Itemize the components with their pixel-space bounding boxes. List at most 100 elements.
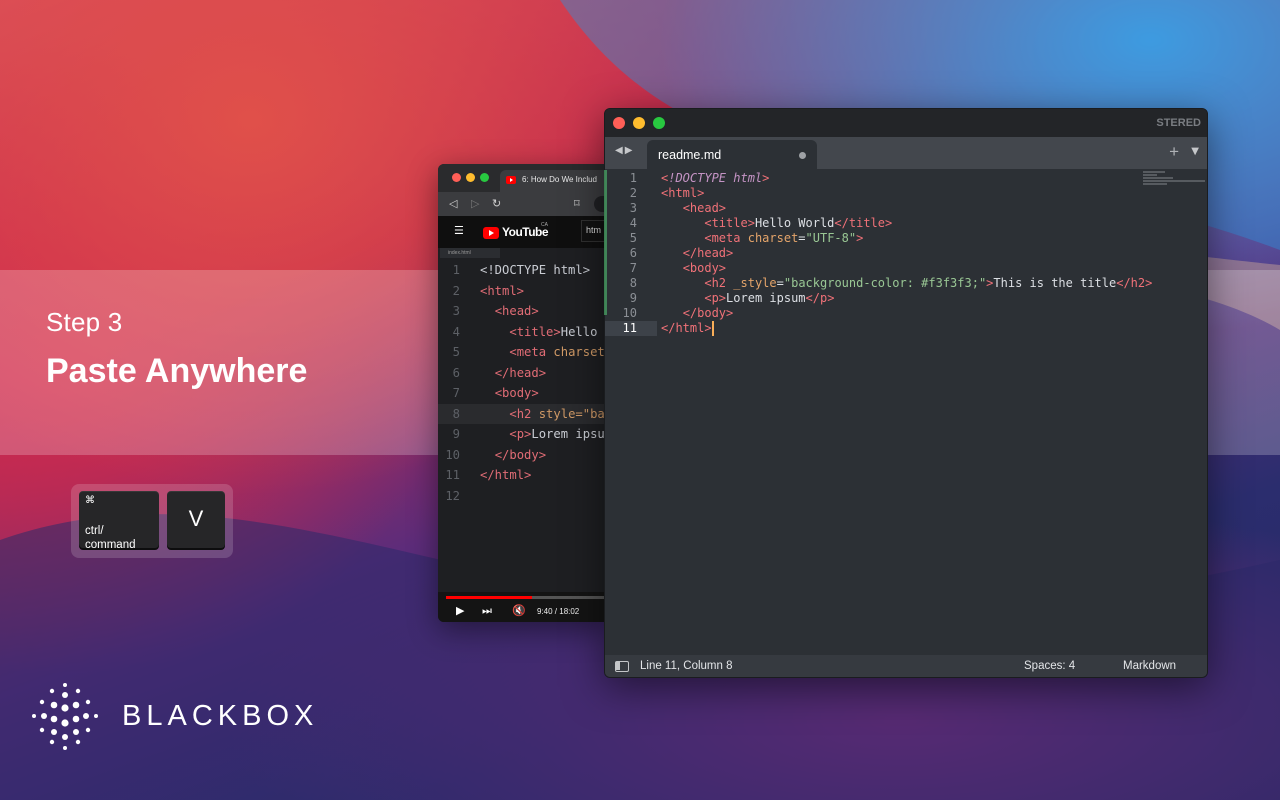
code-text: <meta charset="UTF-8"> — [704, 231, 864, 245]
browser-navbar: ◁ ▷ ↻ ⌑ — [438, 192, 608, 216]
line-number: 11 — [622, 321, 637, 335]
video-file-tab: index.html — [440, 248, 500, 258]
line-number: 6 — [452, 365, 460, 380]
code-text: <p>Lorem ipsum</p> — [704, 291, 835, 305]
code-line[interactable]: 3 <head> — [605, 201, 1207, 216]
line-number: 9 — [452, 427, 460, 441]
step-title: Paste Anywhere — [46, 352, 308, 390]
browser-window: 6: How Do We Includ ◁ ▷ ↻ ⌑ ☰ YouTube CA… — [438, 164, 608, 622]
editor-window: STERED ◀▶ readme.md + ▼ 1 <!DOCTYPE html>… — [604, 108, 1208, 678]
v-key-label: V — [188, 506, 204, 531]
video-progress-bar[interactable] — [446, 596, 606, 599]
line-number: 8 — [629, 276, 637, 290]
video-code-view: 1 <!DOCTYPE html> 2 <html> 3 <head> 4 <title>… — [438, 260, 608, 506]
line-number: 2 — [452, 283, 460, 298]
code-text: <h2 _style="background-color: #f3f3f3;">… — [704, 276, 1153, 290]
line-number: 3 — [452, 304, 460, 318]
line-number: 1 — [629, 171, 637, 185]
browser-tab[interactable]: 6: How Do We Includ — [500, 170, 608, 192]
maximize-dot-icon[interactable] — [653, 117, 665, 129]
code-line[interactable]: 9 <p>Lorem ipsum</p> — [605, 291, 1207, 306]
browser-code-line: 12 — [438, 486, 608, 507]
code-text: <!DOCTYPE html> — [480, 263, 591, 277]
editor-text-area[interactable]: 1 <!DOCTYPE html> 2 <html> 3 <head> 4 <title>… — [605, 169, 1207, 655]
new-tab-icon[interactable]: + — [1169, 142, 1179, 162]
minimize-dot-icon[interactable] — [466, 173, 475, 182]
video-controls: ▶ ⏭ 🔇 9:40 / 18:02 — [438, 592, 608, 622]
maximize-dot-icon[interactable] — [480, 173, 489, 182]
youtube-logo-icon[interactable] — [483, 227, 499, 239]
code-line[interactable]: 7 <body> — [605, 261, 1207, 276]
tab-readme[interactable]: readme.md — [647, 140, 817, 169]
code-text: </html> — [661, 321, 714, 336]
browser-code-line: 4 <title>Hello — [438, 322, 608, 343]
code-text: <h2 style="ba — [509, 406, 605, 421]
browser-code-line: 11 </html> — [438, 465, 608, 486]
command-key-label: ctrl/ command — [85, 525, 136, 551]
editor-code[interactable]: 1 <!DOCTYPE html> 2 <html> 3 <head> 4 <title>… — [605, 171, 1207, 336]
tab-label: readme.md — [658, 148, 722, 162]
code-line[interactable]: 5 <meta charset="UTF-8"> — [605, 231, 1207, 246]
reload-icon[interactable]: ↻ — [492, 197, 501, 210]
code-text: <head> — [494, 304, 539, 318]
next-icon[interactable]: ⏭ — [482, 604, 492, 618]
indentation-setting[interactable]: Spaces: 4 — [1024, 660, 1075, 672]
close-dot-icon[interactable] — [452, 173, 461, 182]
command-icon: ⌘ — [85, 495, 95, 506]
line-number: 4 — [629, 216, 637, 230]
bookmark-icon[interactable]: ⌑ — [574, 197, 580, 210]
browser-code-line: 2 <html> — [438, 281, 608, 302]
code-text: <p>Lorem ipsu — [509, 427, 605, 441]
line-number: 7 — [629, 261, 637, 275]
sidebar-toggle-icon[interactable] — [615, 661, 629, 672]
code-text: <body> — [682, 261, 727, 275]
code-line[interactable]: 6 </head> — [605, 246, 1207, 261]
tab-nav-arrows-icon[interactable]: ◀▶ — [615, 145, 634, 156]
code-text: <title>Hello — [509, 324, 598, 339]
code-text: </head> — [494, 365, 547, 380]
diff-marker — [604, 170, 607, 315]
code-line[interactable]: 4 <title>Hello World</title> — [605, 216, 1207, 231]
forward-icon[interactable]: ▷ — [471, 197, 479, 210]
mute-icon[interactable]: 🔇 — [512, 604, 526, 617]
code-text: </head> — [682, 246, 734, 260]
back-icon[interactable]: ◁ — [449, 197, 457, 210]
line-number: 10 — [445, 447, 460, 462]
line-number: 5 — [452, 345, 460, 359]
editor-app-title: STERED — [1156, 117, 1201, 129]
video-player[interactable]: index.html 1 <!DOCTYPE html> 2 <html> 3 <hea… — [438, 248, 608, 622]
syntax-selector[interactable]: Markdown — [1123, 660, 1176, 672]
code-text: </html> — [480, 468, 532, 482]
code-line[interactable]: 10 </body> — [605, 306, 1207, 321]
line-number: 3 — [629, 201, 637, 215]
code-line[interactable]: 2 <html> — [605, 186, 1207, 201]
browser-titlebar: 6: How Do We Includ — [438, 164, 608, 192]
line-number: 1 — [452, 263, 460, 277]
line-number: 10 — [622, 306, 637, 320]
minimap[interactable] — [1143, 171, 1205, 193]
cursor-position[interactable]: Line 11, Column 8 — [640, 660, 732, 672]
line-number: 7 — [452, 386, 460, 400]
play-icon[interactable]: ▶ — [456, 604, 464, 617]
unsaved-dot-icon[interactable] — [799, 152, 806, 159]
hamburger-menu-icon[interactable]: ☰ — [454, 224, 464, 237]
brand-name: BLACKBOX — [122, 700, 319, 732]
browser-code-line: 3 <head> — [438, 301, 608, 322]
line-number: 4 — [452, 324, 460, 339]
video-time: 9:40 / 18:02 — [537, 607, 580, 616]
tab-menu-icon[interactable]: ▼ — [1191, 146, 1199, 157]
code-text: </body> — [494, 447, 547, 462]
editor-titlebar: STERED — [605, 109, 1207, 137]
youtube-favicon-icon — [506, 176, 516, 184]
code-text: <meta charset — [509, 345, 605, 359]
close-dot-icon[interactable] — [613, 117, 625, 129]
blackbox-logo-icon — [32, 683, 98, 750]
code-text: <html> — [661, 186, 705, 200]
current-code-line[interactable]: 11 </html> — [605, 321, 1207, 336]
code-text: <body> — [494, 386, 539, 400]
code-text: <head> — [682, 201, 727, 215]
browser-tab-title: 6: How Do We Includ — [522, 175, 597, 184]
minimize-dot-icon[interactable] — [633, 117, 645, 129]
code-line[interactable]: 1 <!DOCTYPE html> — [605, 171, 1207, 186]
code-line[interactable]: 8 <h2 _style="background-color: #f3f3f3;… — [605, 276, 1207, 291]
